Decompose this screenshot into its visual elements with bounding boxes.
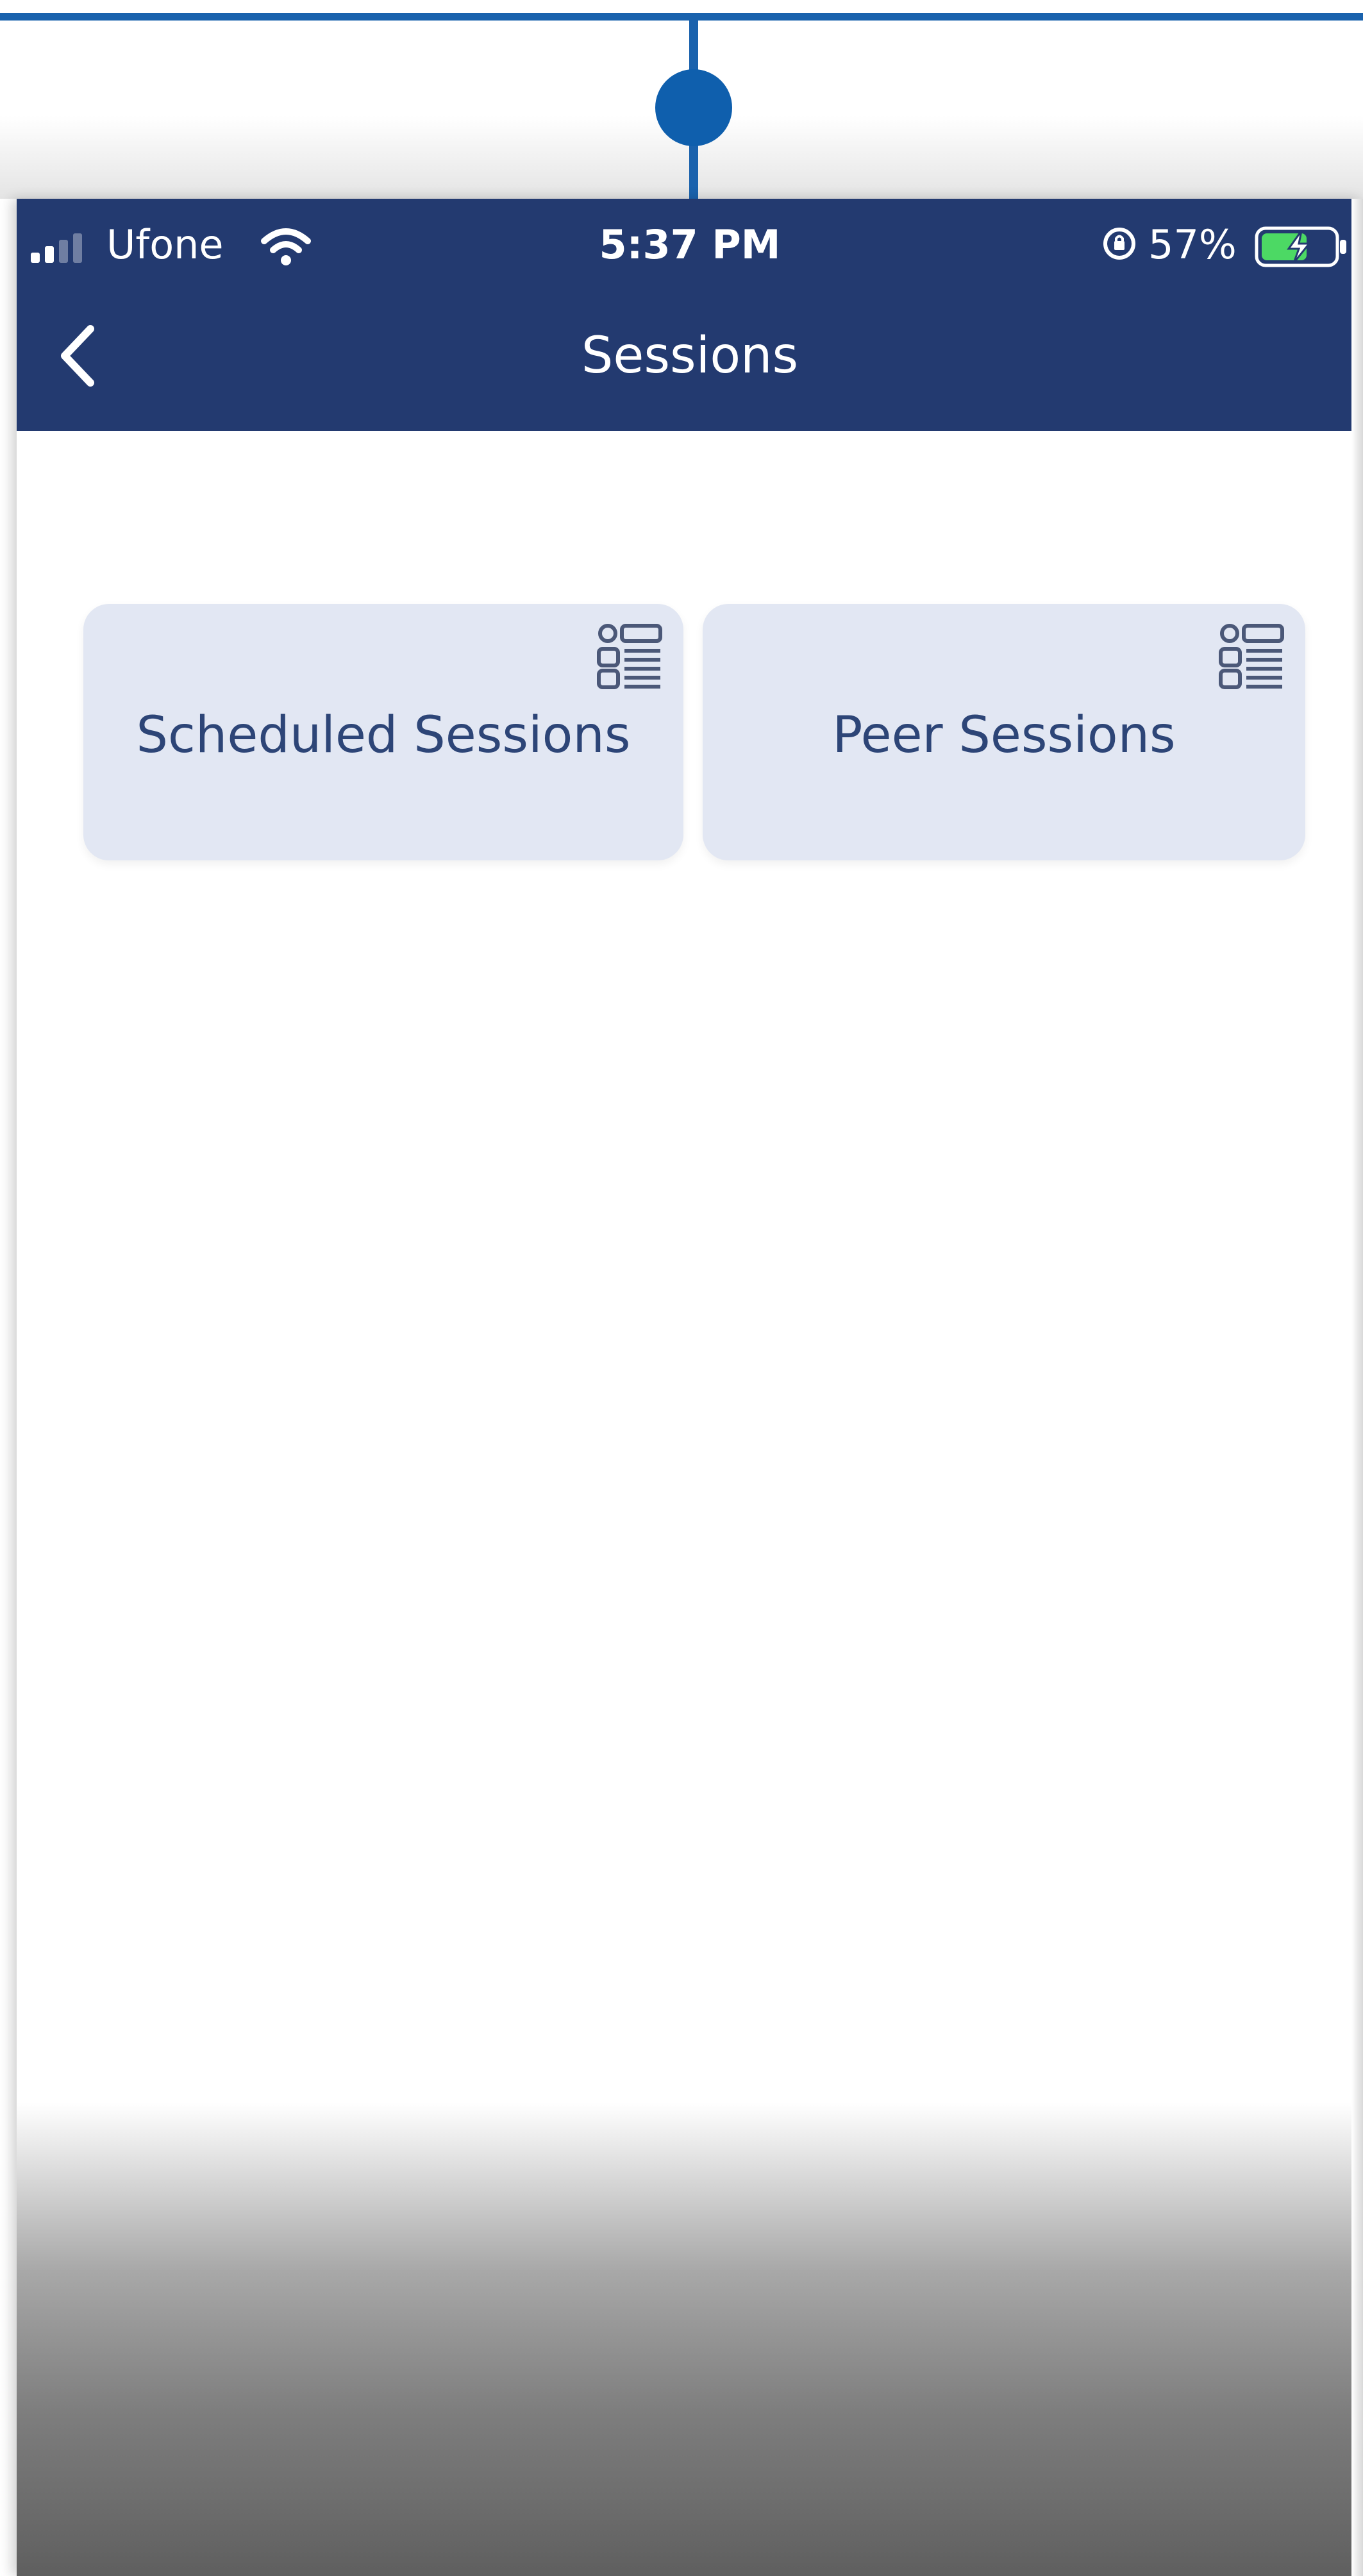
rotation-lock-icon bbox=[1103, 228, 1135, 260]
card-label: Peer Sessions bbox=[832, 707, 1176, 764]
list-details-icon bbox=[597, 624, 662, 689]
connector-line bbox=[0, 13, 1363, 21]
app-header: Ufone 5:37 PM 57% Sessions bbox=[17, 199, 1363, 431]
connector-dot bbox=[655, 69, 732, 146]
page-title: Sessions bbox=[581, 327, 799, 385]
bottom-fade-overlay bbox=[17, 2103, 1363, 2576]
nav-bar: Sessions bbox=[17, 282, 1363, 431]
scheduled-sessions-card[interactable]: Scheduled Sessions bbox=[83, 604, 683, 860]
card-label: Scheduled Sessions bbox=[136, 707, 631, 764]
list-details-icon bbox=[1219, 624, 1284, 689]
battery-percent: 57% bbox=[1148, 221, 1237, 268]
battery-charging-icon bbox=[1255, 226, 1346, 267]
phone-screen: Ufone 5:37 PM 57% Sessions Scheduled Ses… bbox=[17, 199, 1363, 2576]
peer-sessions-card[interactable]: Peer Sessions bbox=[703, 604, 1305, 860]
frame-edge bbox=[1351, 199, 1363, 2576]
status-bar: Ufone 5:37 PM 57% bbox=[17, 199, 1363, 282]
